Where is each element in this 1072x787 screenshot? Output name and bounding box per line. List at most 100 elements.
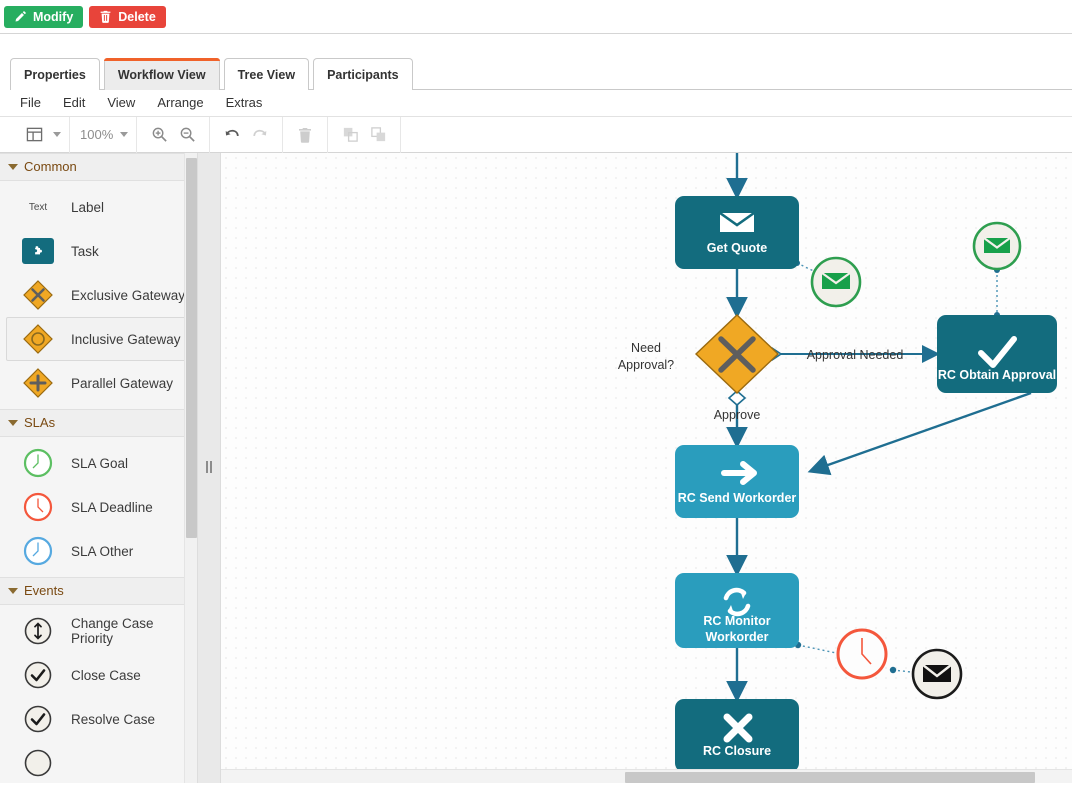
palette-item-sla-goal-text: SLA Goal [71,455,129,471]
palette-body-common: Text Label Task Exclusive Gateway Inclus… [0,181,197,409]
menu-item-extras[interactable]: Extras [215,90,274,116]
palette-item-close-case[interactable]: Close Case [6,653,191,697]
priority-arrow-icon [21,614,55,648]
tab-workflow-view-label: Workflow View [117,68,206,82]
palette-item-sla-other[interactable]: SLA Other [6,529,191,573]
event-monitor-timer[interactable] [836,628,888,680]
view-layout-caret-icon[interactable] [53,132,61,137]
palette-body-slas: SLA Goal SLA Deadline SLA Other [0,437,197,577]
chevron-down-icon [8,420,18,426]
zoom-dropdown-caret-icon[interactable] [120,132,129,137]
tab-workflow-view[interactable]: Workflow View [103,58,220,90]
zoom-in-button[interactable] [145,122,173,148]
palette-item-close-case-text: Close Case [71,667,141,683]
palette-item-exclusive-gateway-text: Exclusive Gateway [71,287,186,303]
delete-record-button[interactable]: Delete [89,5,166,28]
to-back-button [364,122,392,148]
palette-section-slas[interactable]: SLAs [0,409,197,437]
toolbar-group-history [210,116,284,153]
palette-item-sla-other-text: SLA Other [71,543,134,559]
palette-item-label-text: Label [71,199,105,215]
undo-button[interactable] [218,122,246,148]
node-get-quote-label: Get Quote [707,241,767,255]
palette-section-common[interactable]: Common [0,153,197,181]
view-layout-button[interactable] [20,122,48,148]
trash-icon [99,10,112,23]
palette-section-events[interactable]: Events [0,577,197,605]
modify-button[interactable]: Modify [4,5,84,28]
envelope-icon [719,211,755,232]
tab-properties[interactable]: Properties [10,58,100,90]
parallel-gateway-icon [21,366,55,400]
modify-button-label: Modify [33,9,74,24]
menu-item-edit[interactable]: Edit [52,90,96,116]
node-get-quote[interactable]: Get Quote [675,196,799,269]
tab-participants-label: Participants [327,68,399,82]
zoom-level-value[interactable]: 100% [78,127,115,142]
menu-item-arrange[interactable]: Arrange [146,90,214,116]
node-rc-monitor-workorder[interactable]: RC Monitor Workorder [675,573,799,648]
palette-item-resolve-case[interactable]: Resolve Case [6,697,191,741]
canvas-horizontal-scrollbar[interactable] [221,769,1072,783]
node-rc-closure-label: RC Closure [703,744,771,758]
palette-item-exclusive-gateway[interactable]: Exclusive Gateway [6,273,191,317]
tab-tree-view-label: Tree View [237,68,296,82]
toolbar-group-zoom-level: 100% [70,116,138,153]
edge-endpoint-dot [889,666,897,674]
palette-item-change-case-priority[interactable]: Change Case Priority [6,609,191,653]
node-need-approval-label-line2: Approval? [618,358,674,372]
pencil-icon [14,10,27,23]
palette-item-sla-goal[interactable]: SLA Goal [6,441,191,485]
toolbar-group-order [328,116,402,153]
node-rc-closure[interactable]: RC Closure [675,699,799,769]
palette-item-sla-deadline[interactable]: SLA Deadline [6,485,191,529]
event-monitor-message[interactable] [911,648,963,700]
palette-item-inclusive-gateway-text: Inclusive Gateway [71,331,181,347]
tab-properties-label: Properties [24,68,86,82]
toolbar-group-zoom [137,116,211,153]
palette-item-parallel-gateway[interactable]: Parallel Gateway [6,361,191,405]
palette-scrollbar[interactable] [184,153,197,783]
palette-item-inclusive-gateway[interactable]: Inclusive Gateway [6,317,191,361]
menu-item-view[interactable]: View [96,90,146,116]
inclusive-gateway-icon [21,322,55,356]
chevron-down-icon [8,164,18,170]
edge-label-approve: Approve [714,408,761,422]
to-front-button [336,122,364,148]
workflow-diagram: Get Quote Need Approval? Approval Needed… [618,153,1057,769]
edge-monitor-to-timer[interactable] [797,644,842,655]
action-bar: Modify Delete [0,0,1072,34]
node-rc-obtain-approval[interactable]: RC Obtain Approval [937,315,1057,393]
node-rc-send-workorder-label: RC Send Workorder [678,491,797,505]
zoom-out-button[interactable] [173,122,201,148]
chevron-down-icon [8,588,18,594]
edge-obtain-approval-to-send-workorder[interactable] [807,391,1032,476]
delete-record-button-label: Delete [118,9,156,24]
palette-item-label[interactable]: Text Label [6,185,191,229]
tab-participants[interactable]: Participants [313,58,413,90]
tab-strip: Properties Workflow View Tree View Parti… [0,56,1072,90]
event-obtain-approval-message[interactable] [972,221,1022,271]
check-circle-icon [21,746,55,780]
toolbar-group-view [12,116,70,153]
node-need-approval-gateway[interactable] [694,314,780,394]
workflow-canvas[interactable]: Get Quote Need Approval? Approval Needed… [221,153,1072,783]
menu-item-file[interactable]: File [16,90,52,116]
palette-item-partial[interactable] [6,741,191,783]
palette-section-common-label: Common [24,159,77,174]
event-get-quote-message[interactable] [810,256,862,308]
clock-red-icon [21,490,55,524]
tab-tree-view[interactable]: Tree View [223,58,310,90]
node-need-approval-label-line1: Need [631,341,661,355]
splitter-grip-icon [206,461,212,473]
node-rc-monitor-workorder-label-line2: Workorder [706,630,769,644]
canvas-horizontal-scrollbar-thumb[interactable] [625,772,1035,783]
palette-item-change-case-priority-text: Change Case Priority [71,616,154,646]
toolbar: 100% [0,116,1072,153]
redo-button [246,122,274,148]
node-rc-send-workorder[interactable]: RC Send Workorder [675,445,799,518]
node-rc-monitor-workorder-label-line1: RC Monitor [703,614,770,628]
panel-splitter[interactable] [198,153,221,783]
palette-item-task[interactable]: Task [6,229,191,273]
palette-scrollbar-thumb[interactable] [186,158,197,538]
